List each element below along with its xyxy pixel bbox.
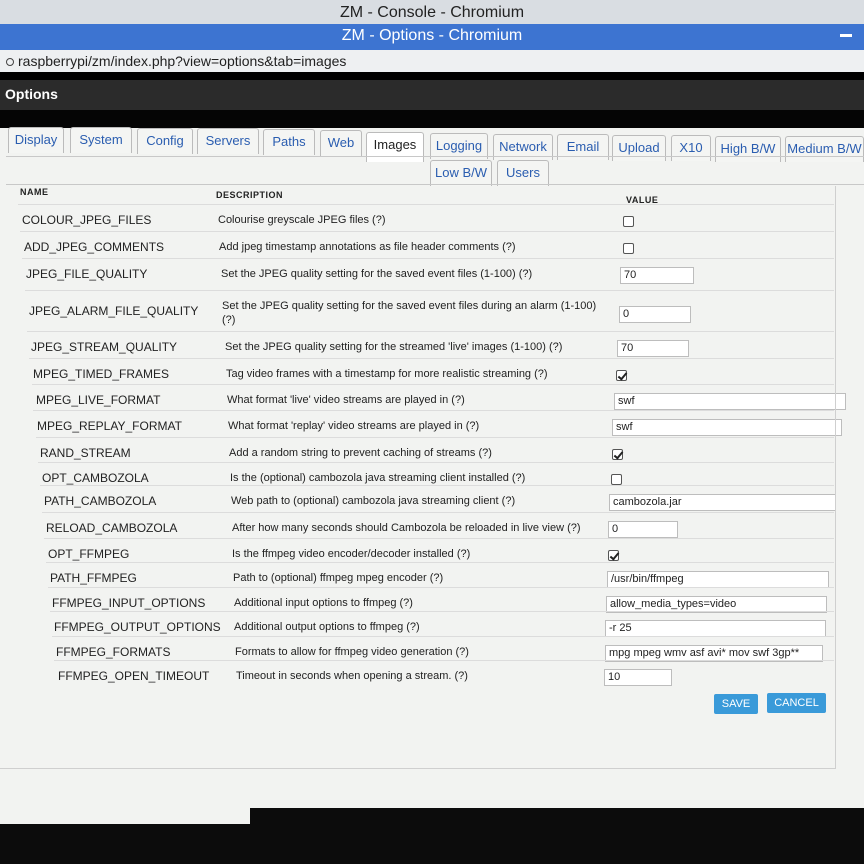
status-strip: [0, 806, 250, 824]
option-description: Timeout in seconds when opening a stream…: [236, 670, 468, 682]
option-name: RAND_STREAM: [40, 446, 131, 460]
option-name: MPEG_REPLAY_FORMAT: [37, 419, 182, 433]
option-description: What format 'replay' video streams are p…: [228, 420, 480, 432]
tab-servers[interactable]: Servers: [197, 128, 259, 154]
option-description: Additional input options to ffmpeg (?): [234, 597, 413, 609]
cancel-button[interactable]: CANCEL: [767, 693, 826, 713]
option-value-input[interactable]: 70: [617, 340, 689, 357]
option-checkbox[interactable]: [616, 370, 627, 381]
option-description: Add a random string to prevent caching o…: [229, 447, 492, 459]
option-description: Set the JPEG quality setting for the str…: [225, 341, 563, 353]
option-name: FFMPEG_OUTPUT_OPTIONS: [54, 620, 221, 634]
tab-images[interactable]: Images: [366, 132, 424, 162]
option-value-input[interactable]: /usr/bin/ffmpeg: [607, 571, 829, 588]
option-description: What format 'live' video streams are pla…: [227, 394, 465, 406]
tab-system[interactable]: System: [70, 127, 132, 153]
option-name: OPT_CAMBOZOLA: [42, 471, 149, 485]
window-title: ZM - Options - Chromium: [0, 24, 864, 50]
toolbar-divider: [0, 72, 864, 80]
option-value-input[interactable]: swf: [614, 393, 846, 410]
option-name: JPEG_ALARM_FILE_QUALITY: [29, 304, 199, 318]
option-name: COLOUR_JPEG_FILES: [22, 213, 152, 227]
option-checkbox[interactable]: [623, 243, 634, 254]
option-description: Is the (optional) cambozola java streami…: [230, 472, 526, 484]
tab-row-line-1: [6, 156, 864, 157]
option-value-input[interactable]: cambozola.jar: [609, 494, 836, 511]
option-name: FFMPEG_INPUT_OPTIONS: [52, 596, 206, 610]
screen: ZM - Console - Chromium ZM - Options - C…: [0, 0, 864, 864]
option-value-input[interactable]: 0: [608, 521, 678, 538]
column-header-name: NAME: [20, 187, 49, 197]
option-name: FFMPEG_FORMATS: [56, 645, 171, 659]
page-header: Options: [0, 80, 864, 110]
tab-row-line-2: [6, 184, 864, 185]
option-value-input[interactable]: 70: [620, 267, 694, 284]
option-name: PATH_CAMBOZOLA: [44, 494, 157, 508]
option-value-input[interactable]: swf: [612, 419, 842, 436]
column-header-description: DESCRIPTION: [216, 190, 284, 200]
tab-high-b-w[interactable]: High B/W: [715, 136, 781, 162]
tab-config[interactable]: Config: [137, 128, 193, 154]
site-info-icon[interactable]: [6, 58, 14, 66]
option-value-input[interactable]: 10: [604, 669, 672, 686]
option-name: RELOAD_CAMBOZOLA: [46, 521, 178, 535]
address-bar[interactable]: raspberrypi/zm/index.php?view=options&ta…: [0, 50, 864, 72]
option-name: JPEG_STREAM_QUALITY: [31, 340, 178, 354]
url-text: raspberrypi/zm/index.php?view=options&ta…: [18, 53, 347, 69]
option-description: Colourise greyscale JPEG files (?): [218, 214, 386, 226]
option-checkbox[interactable]: [612, 449, 623, 460]
panel-right-edge: [835, 186, 836, 768]
option-value-input[interactable]: -r 25: [605, 620, 826, 637]
option-checkbox[interactable]: [608, 550, 619, 561]
option-description: Web path to (optional) cambozola java st…: [231, 495, 516, 507]
background-window-title: ZM - Console - Chromium: [0, 0, 864, 24]
tab-medium-b-w[interactable]: Medium B/W: [785, 136, 864, 162]
tab-paths[interactable]: Paths: [263, 129, 315, 155]
option-description: Add jpeg timestamp annotations as file h…: [219, 241, 516, 253]
option-description: Is the ffmpeg video encoder/decoder inst…: [232, 548, 471, 560]
option-name: ADD_JPEG_COMMENTS: [24, 240, 165, 254]
option-value-input[interactable]: 0: [619, 306, 691, 323]
tab-display[interactable]: Display: [8, 127, 64, 153]
save-button[interactable]: SAVE: [714, 694, 758, 714]
option-description: Path to (optional) ffmpeg mpeg encoder (…: [233, 572, 444, 584]
panel-bottom-edge: [0, 768, 836, 769]
tab-x10[interactable]: X10: [671, 135, 711, 161]
option-description: Formats to allow for ffmpeg video genera…: [235, 646, 469, 658]
option-description: Set the JPEG quality setting for the sav…: [221, 268, 533, 280]
minimize-icon[interactable]: [840, 34, 852, 37]
option-description: Additional output options to ffmpeg (?): [234, 621, 420, 633]
option-checkbox[interactable]: [623, 216, 634, 227]
option-description: After how many seconds should Cambozola …: [232, 522, 581, 534]
option-description: Set the JPEG quality setting for the sav…: [222, 300, 597, 326]
option-name: MPEG_TIMED_FRAMES: [33, 367, 170, 381]
option-name: FFMPEG_OPEN_TIMEOUT: [58, 669, 210, 683]
option-checkbox[interactable]: [611, 474, 622, 485]
option-name: OPT_FFMPEG: [48, 547, 130, 561]
option-name: PATH_FFMPEG: [50, 571, 137, 585]
tab-upload[interactable]: Upload: [612, 135, 666, 161]
tab-low-b-w[interactable]: Low B/W: [430, 160, 492, 186]
tab-web[interactable]: Web: [320, 130, 362, 156]
tab-users[interactable]: Users: [497, 160, 549, 186]
header-separator: [0, 110, 864, 128]
page-title: Options: [5, 86, 58, 102]
option-name: MPEG_LIVE_FORMAT: [36, 393, 161, 407]
option-name: JPEG_FILE_QUALITY: [26, 267, 148, 281]
window-title-text: ZM - Options - Chromium: [341, 27, 523, 44]
option-description: Tag video frames with a timestamp for mo…: [226, 368, 548, 380]
